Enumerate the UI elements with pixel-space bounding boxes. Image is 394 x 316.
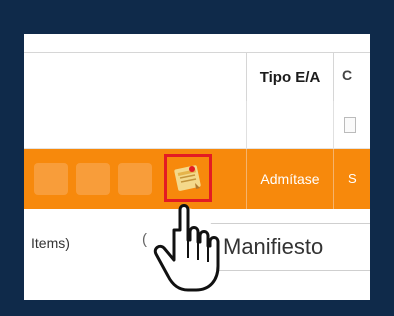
document-icon[interactable] [118, 163, 152, 195]
hand-pointer-icon [151, 204, 220, 296]
table-cell [246, 101, 334, 148]
sticky-note-icon [174, 165, 201, 191]
manifiesto-button[interactable] [164, 154, 212, 202]
tooltip: Manifiesto [206, 223, 370, 271]
tipo-cell: Admítase [246, 149, 334, 209]
faded-action-icon[interactable] [34, 163, 68, 195]
column-header-tipo[interactable]: Tipo E/A [246, 53, 334, 101]
items-count-label: Items) [31, 235, 70, 251]
cell-input-partial[interactable] [344, 117, 356, 133]
table-row[interactable] [24, 101, 370, 149]
column-header-next-partial: C [342, 67, 353, 83]
pager-partial: ( [142, 231, 147, 248]
next-cell-partial: S [348, 171, 357, 186]
copy-icon[interactable] [76, 163, 110, 195]
table-header: Tipo E/A C [24, 52, 370, 102]
